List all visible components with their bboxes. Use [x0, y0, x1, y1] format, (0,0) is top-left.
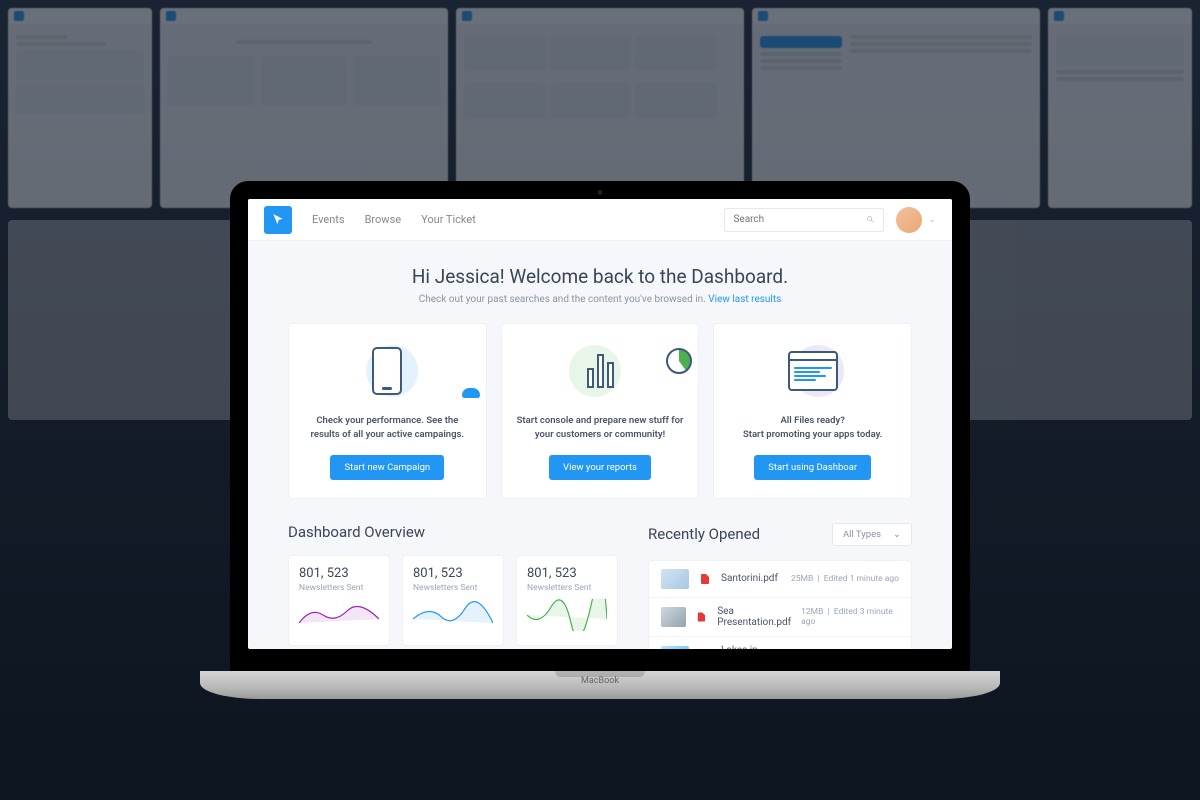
file-list: Santorini.pdf 25MB | Edited 1 minute ago…	[648, 560, 912, 650]
welcome-title: Hi Jessica! Welcome back to the Dashboar…	[248, 265, 952, 288]
nav-your-ticket[interactable]: Your Ticket	[421, 213, 476, 226]
welcome-section: Hi Jessica! Welcome back to the Dashboar…	[248, 241, 952, 323]
stat-label: Newsletters Sent	[413, 583, 493, 593]
sparkline-chart	[299, 599, 379, 631]
welcome-subtitle: Check out your past searches and the con…	[248, 294, 952, 305]
bars-icon	[587, 354, 614, 388]
user-avatar[interactable]	[896, 207, 922, 233]
file-meta: 12MB | Edited 3 minute ago	[801, 607, 899, 627]
start-campaign-button[interactable]: Start new Campaign	[330, 455, 444, 480]
stats-row: 801, 523 Newsletters Sent 801, 523 Newsl…	[288, 555, 618, 646]
view-reports-button[interactable]: View your reports	[549, 455, 651, 480]
pdf-icon	[696, 610, 707, 624]
dashboard-screen: Events Browse Your Ticket ⌄ Hi Jessica! …	[248, 199, 952, 649]
laptop-base: MacBook	[200, 671, 1000, 699]
pdf-icon	[699, 572, 711, 586]
card-text: Check your performance. See the results …	[303, 414, 472, 443]
file-row[interactable]: Sea Presentation.pdf 12MB | Edited 3 min…	[649, 598, 911, 637]
cursor-icon	[271, 213, 285, 227]
file-thumbnail	[661, 569, 689, 589]
file-thumbnail	[661, 646, 689, 650]
window-icon	[788, 351, 838, 391]
overview-title: Dashboard Overview	[288, 523, 618, 541]
phone-icon	[372, 347, 402, 395]
search-box[interactable]	[724, 208, 884, 232]
cloud-icon	[462, 388, 480, 398]
laptop-brand: MacBook	[581, 676, 619, 686]
app-logo[interactable]	[264, 206, 292, 234]
card-text: All Files ready? Start promoting your ap…	[728, 414, 897, 443]
stat-value: 801, 523	[527, 566, 607, 581]
file-row[interactable]: Lakes in Austria.doc 25MB | Edited 1 min…	[649, 637, 911, 650]
campaign-card: Check your performance. See the results …	[288, 323, 487, 499]
view-last-results-link[interactable]: View last results	[708, 294, 781, 305]
lower-section: Dashboard Overview 801, 523 Newsletters …	[248, 499, 952, 650]
file-name: Lakes in Austria.doc	[721, 645, 781, 650]
recently-opened: Recently Opened All Types⌄ Santorini.pdf…	[648, 523, 912, 650]
dashboard-overview: Dashboard Overview 801, 523 Newsletters …	[288, 523, 618, 650]
sparkline-chart	[527, 599, 607, 631]
nav-links: Events Browse Your Ticket	[312, 213, 724, 226]
file-thumbnail	[661, 607, 686, 627]
recent-title: Recently Opened	[648, 525, 760, 543]
search-input[interactable]	[733, 214, 866, 225]
stat-card: 801, 523 Newsletters Sent	[516, 555, 618, 646]
search-icon	[866, 214, 875, 225]
stat-label: Newsletters Sent	[299, 583, 379, 593]
pie-icon	[666, 348, 692, 374]
file-meta: 25MB | Edited 1 minute ago	[791, 574, 899, 584]
stat-label: Newsletters Sent	[527, 583, 607, 593]
filter-dropdown[interactable]: All Types⌄	[832, 523, 912, 546]
chevron-down-icon: ⌄	[893, 529, 901, 540]
stat-value: 801, 523	[299, 566, 379, 581]
file-row[interactable]: Santorini.pdf 25MB | Edited 1 minute ago	[649, 561, 911, 598]
stat-card: 801, 523 Newsletters Sent	[402, 555, 504, 646]
nav-browse[interactable]: Browse	[365, 213, 402, 226]
chevron-down-icon[interactable]: ⌄	[928, 215, 936, 225]
laptop-mockup: Events Browse Your Ticket ⌄ Hi Jessica! …	[230, 181, 970, 699]
file-name: Sea Presentation.pdf	[717, 606, 791, 628]
nav-events[interactable]: Events	[312, 213, 345, 226]
file-name: Santorini.pdf	[721, 573, 781, 584]
card-text: Start console and prepare new stuff for …	[516, 414, 685, 443]
start-dashboard-button[interactable]: Start using Dashboar	[754, 455, 871, 480]
app-header: Events Browse Your Ticket ⌄	[248, 199, 952, 241]
reports-card: Start console and prepare new stuff for …	[501, 323, 700, 499]
dashboard-card: All Files ready? Start promoting your ap…	[713, 323, 912, 499]
stat-card: 801, 523 Newsletters Sent	[288, 555, 390, 646]
doc-icon	[699, 649, 711, 650]
sparkline-chart	[413, 599, 493, 631]
feature-cards: Check your performance. See the results …	[248, 323, 952, 499]
stat-value: 801, 523	[413, 566, 493, 581]
